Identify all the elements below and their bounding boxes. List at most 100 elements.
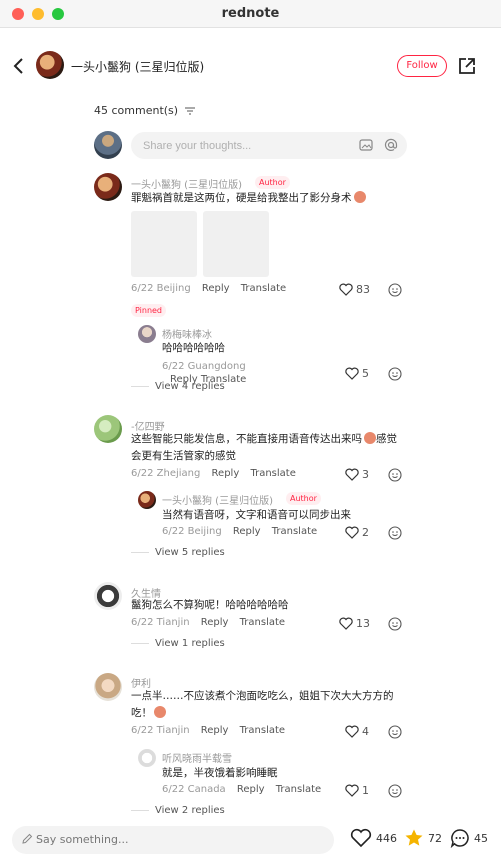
emoji-reaction-icon[interactable] (388, 283, 402, 297)
pig-emoji-icon (364, 432, 376, 444)
reply-meta: 6/22 Canada Reply Translate (162, 784, 321, 795)
comment-text-content: 罪魁祸首就是这两位，硬是给我整出了影分身术 (131, 192, 352, 204)
reply-button[interactable]: Reply (201, 725, 229, 736)
window-titlebar: rednote (0, 0, 501, 28)
comment-text-content: 一点半……不应该煮个泡面吃吃么，姐姐下次大大方方的 (131, 690, 394, 702)
like-button[interactable]: 5 (345, 367, 369, 380)
like-button[interactable]: 83 (339, 283, 370, 296)
heart-icon (350, 828, 372, 848)
window-title: rednote (221, 6, 280, 21)
reply-date-location: 6/22 Beijing (162, 526, 222, 537)
comment-date-location: 6/22 Tianjin (131, 725, 190, 736)
emoji-reaction-icon[interactable] (388, 725, 402, 739)
comment-count-label: 45 comment(s) (94, 104, 179, 117)
back-arrow-icon[interactable] (10, 56, 30, 76)
view-replies-link[interactable]: View 5 replies (131, 547, 225, 558)
heart-icon (345, 468, 359, 481)
heart-icon (339, 283, 353, 296)
post-collect-button[interactable]: 72 (404, 828, 442, 848)
author-badge: Author (255, 176, 290, 189)
reply-button[interactable]: Reply (202, 283, 230, 294)
pig-emoji-icon (154, 706, 166, 718)
like-count: 3 (362, 468, 369, 481)
author-badge: Author (286, 492, 321, 505)
comment-meta: 6/22 Zhejiang Reply Translate (131, 468, 296, 479)
share-icon[interactable] (457, 56, 477, 76)
like-button[interactable]: 2 (345, 526, 369, 539)
comment-date-location: 6/22 Tianjin (131, 617, 190, 628)
translate-button[interactable]: Translate (250, 468, 295, 479)
like-count: 5 (362, 367, 369, 380)
pinned-badge: Pinned (131, 304, 167, 317)
reply-author-name[interactable]: 一头小鬣狗 (三星归位版) (162, 492, 273, 507)
comment-author-name[interactable]: 一头小鬣狗 (三星归位版) (131, 176, 242, 191)
pig-emoji-icon (353, 191, 366, 203)
view-replies-link[interactable]: View 4 replies (131, 381, 225, 392)
star-icon (405, 829, 423, 846)
post-header: 一头小鬣狗 (三星归位版) Follow (0, 46, 501, 86)
emoji-reaction-icon[interactable] (388, 617, 402, 631)
comment-avatar[interactable] (94, 673, 122, 701)
post-comment-button[interactable]: 45 (450, 828, 488, 848)
image-icon[interactable] (359, 138, 373, 152)
emoji-reaction-icon[interactable] (388, 784, 402, 798)
reply-button[interactable]: Reply (237, 784, 265, 795)
post-comment-count: 45 (474, 831, 488, 845)
pencil-icon (22, 833, 33, 844)
reply-avatar[interactable] (138, 325, 156, 343)
comment-text: 鬣狗怎么不算狗呢！哈哈哈哈哈哈 (131, 599, 289, 611)
comment-avatar[interactable] (94, 582, 122, 610)
comment-avatar[interactable] (94, 173, 122, 201)
emoji-reaction-icon[interactable] (388, 526, 402, 540)
view-replies-link[interactable]: View 1 replies (131, 638, 225, 649)
comment-avatar[interactable] (94, 415, 122, 443)
follow-button[interactable]: Follow (397, 55, 447, 77)
post-like-button[interactable]: 446 (350, 828, 397, 848)
comment-meta: 6/22 Tianjin Reply Translate (131, 725, 285, 736)
reply-button[interactable]: Reply (201, 617, 229, 628)
comment-date-location: 6/22 Beijing (131, 283, 191, 294)
mention-icon[interactable] (384, 138, 398, 152)
comment-count: 45 comment(s) (94, 104, 195, 117)
reply-button[interactable]: Reply (212, 468, 240, 479)
like-count: 13 (356, 617, 370, 630)
say-something-input[interactable]: Say something... (12, 826, 334, 854)
comment-image[interactable] (131, 211, 197, 277)
translate-button[interactable]: Translate (272, 526, 317, 537)
comment-text: 这些智能只能发信息，不能直接用语音传达出来吗 感觉会更有生活管家的感觉 (131, 431, 401, 465)
comment-date-location: 6/22 Zhejiang (131, 468, 201, 479)
like-button[interactable]: 3 (345, 468, 369, 481)
comment-meta: 6/22 Beijing Reply Translate (131, 283, 286, 294)
post-collect-count: 72 (428, 831, 442, 845)
heart-icon (345, 725, 359, 738)
comment-text-content: 吃！ (131, 707, 152, 719)
heart-icon (345, 367, 359, 380)
emoji-reaction-icon[interactable] (388, 468, 402, 482)
reply-avatar[interactable] (138, 749, 156, 767)
like-count: 1 (362, 784, 369, 797)
like-count: 4 (362, 725, 369, 738)
author-avatar[interactable] (36, 51, 64, 79)
comment-image[interactable] (203, 211, 269, 277)
like-button[interactable]: 4 (345, 725, 369, 738)
current-user-avatar (94, 131, 122, 159)
like-button[interactable]: 1 (345, 784, 369, 797)
translate-button[interactable]: Translate (240, 617, 285, 628)
post-like-count: 446 (376, 831, 397, 845)
reply-author-name[interactable]: 杨梅味棒冰 (162, 326, 212, 341)
reply-button[interactable]: Reply (233, 526, 261, 537)
sort-icon[interactable] (184, 107, 195, 115)
comment-bubble-icon (450, 829, 469, 848)
translate-button[interactable]: Translate (240, 725, 285, 736)
bottom-action-bar: Say something... 446 72 45 (0, 820, 501, 859)
author-name[interactable]: 一头小鬣狗 (三星归位版) (71, 58, 204, 75)
reply-avatar[interactable] (138, 491, 156, 509)
reply-date-location: 6/22 Guangdong (162, 361, 246, 372)
translate-button[interactable]: Translate (276, 784, 321, 795)
view-replies-link[interactable]: View 2 replies (131, 805, 225, 816)
translate-button[interactable]: Translate (241, 283, 286, 294)
emoji-reaction-icon[interactable] (388, 367, 402, 381)
reply-date-location: 6/22 Canada (162, 784, 226, 795)
reply-author-name[interactable]: 听风晓雨半载雪 (162, 750, 232, 765)
like-button[interactable]: 13 (339, 617, 370, 630)
